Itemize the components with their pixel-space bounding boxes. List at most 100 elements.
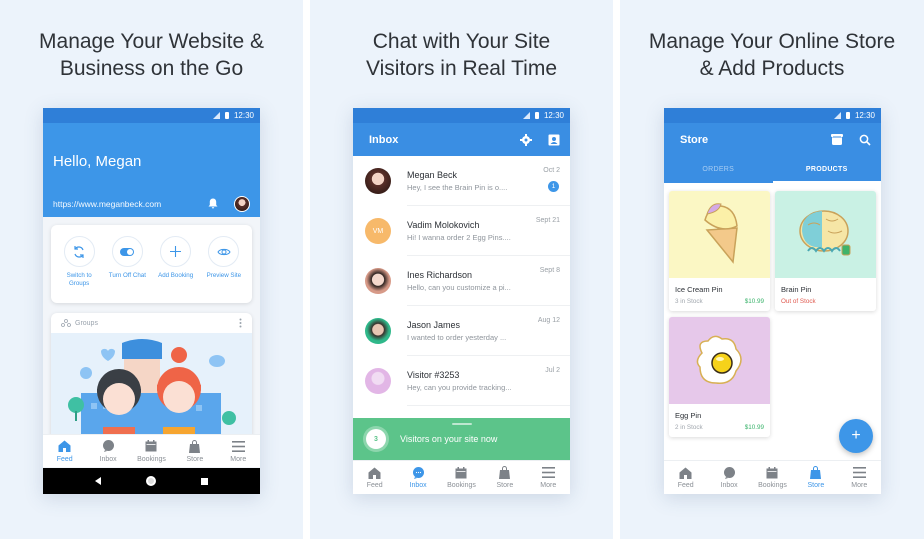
greeting-header: Hello, Megan https://www.meganbeck.com [43, 123, 260, 217]
product-card[interactable]: Egg Pin 2 in Stock $10.99 [669, 317, 770, 437]
eye-icon [217, 248, 231, 255]
nav-inbox[interactable]: Inbox [709, 466, 749, 489]
visitors-banner[interactable]: 3 Visitors on your site now [353, 418, 570, 460]
more-vert-icon[interactable] [239, 318, 242, 328]
switch-to-groups-button[interactable]: Switch to Groups [57, 236, 101, 303]
nav-label: More [230, 455, 247, 463]
conversation-name: Megan Beck [407, 170, 458, 180]
phone-store: 12:30 Store ORDERS PRODUCTS Ice Cream Pi… [664, 108, 881, 494]
conversation-item[interactable]: Ines Richardson Hello, can you customize… [353, 256, 570, 306]
bottom-nav: Feed Inbox Bookings Store More [43, 434, 260, 467]
signal-icon [833, 112, 841, 119]
conversation-name: Ines Richardson [407, 270, 473, 280]
action-label: Turn Off Chat [108, 272, 146, 279]
product-image [775, 191, 876, 278]
storefront-icon[interactable] [831, 134, 843, 145]
product-card[interactable]: Ice Cream Pin 3 in Stock $10.99 [669, 191, 770, 311]
product-stock: Out of Stock [781, 298, 816, 305]
conversation-item[interactable]: Megan Beck Hey, I see the Brain Pin is o… [353, 156, 570, 206]
nav-store[interactable]: Store [175, 439, 215, 463]
nav-more[interactable]: More [528, 466, 568, 489]
nav-inbox[interactable]: Inbox [398, 466, 438, 489]
panel-inbox: Chat with Your Site Visitors in Real Tim… [310, 0, 613, 539]
home-button-icon[interactable] [145, 476, 156, 486]
greeting-text: Hello, Megan [53, 153, 142, 170]
avatar [365, 268, 391, 294]
panel-feed: Manage Your Website & Business on the Go… [0, 0, 303, 539]
nav-feed[interactable]: Feed [45, 440, 85, 463]
nav-feed[interactable]: Feed [355, 466, 395, 489]
nav-label: Bookings [758, 482, 787, 489]
home-icon [679, 467, 692, 479]
signal-icon [212, 112, 220, 119]
conversation-name: Visitor #3253 [407, 370, 460, 380]
tab-products[interactable]: PRODUCTS [772, 156, 882, 183]
sync-icon [74, 245, 84, 258]
drag-handle[interactable] [451, 423, 472, 425]
conversation-preview: Hi! I wanna order 2 Egg Pins.... [407, 233, 511, 242]
calendar-icon [766, 466, 778, 478]
brain-pin-image [798, 209, 850, 255]
product-stock: 2 in Stock [675, 424, 703, 431]
action-label: Add Booking [158, 272, 194, 279]
unread-badge: 1 [548, 181, 559, 192]
menu-icon [541, 467, 555, 478]
battery-icon [534, 112, 539, 119]
conversation-item[interactable]: Visitor #3253 Hey, can you provide track… [353, 356, 570, 406]
conversation-name: Vadim Molokovich [407, 220, 480, 230]
avatar [365, 318, 391, 344]
conversation-item[interactable]: VM Vadim Molokovich Hi! I wanna order 2 … [353, 206, 570, 256]
product-name: Egg Pin [675, 411, 702, 420]
status-bar: 12:30 [353, 108, 570, 123]
android-system-nav [43, 468, 260, 494]
nav-label: Bookings [447, 482, 476, 489]
turn-off-chat-toggle[interactable]: Turn Off Chat [105, 236, 149, 303]
product-name: Ice Cream Pin [675, 285, 723, 294]
status-time: 12:30 [233, 111, 254, 120]
nav-more[interactable]: More [218, 440, 258, 463]
back-icon[interactable] [95, 477, 102, 485]
nav-store[interactable]: Store [485, 466, 525, 489]
site-url-link[interactable]: https://www.meganbeck.com [53, 199, 161, 209]
add-booking-button[interactable]: Add Booking [154, 236, 198, 303]
app-store-screenshots: Manage Your Website & Business on the Go… [0, 0, 924, 539]
page-title: Store [680, 133, 709, 146]
tab-orders[interactable]: ORDERS [664, 156, 773, 183]
contacts-icon[interactable] [548, 134, 560, 146]
nav-feed[interactable]: Feed [666, 466, 706, 489]
nav-more[interactable]: More [839, 466, 879, 489]
app-bar: Store [664, 123, 881, 156]
nav-label: Inbox [99, 455, 117, 463]
chat-bubble-icon [412, 466, 424, 479]
nav-label: Feed [366, 482, 383, 489]
recent-apps-icon[interactable] [200, 477, 208, 485]
avatar[interactable] [234, 196, 250, 212]
status-bar: 12:30 [43, 108, 260, 123]
nav-bookings[interactable]: Bookings [441, 466, 481, 489]
conversation-item[interactable]: Jason James I wanted to order yesterday … [353, 306, 570, 356]
headline: Manage Your Website & Business on the Go [0, 28, 303, 82]
groups-icon [61, 319, 71, 327]
add-product-fab[interactable]: + [839, 419, 873, 453]
toggle-icon [120, 247, 135, 256]
conversation-name: Jason James [407, 320, 461, 330]
nav-store[interactable]: Store [796, 466, 836, 489]
nav-label: Feed [677, 482, 694, 489]
product-card[interactable]: Brain Pin Out of Stock [775, 191, 876, 311]
nav-inbox[interactable]: Inbox [88, 440, 128, 463]
product-price: $10.99 [744, 298, 764, 305]
search-icon[interactable] [859, 134, 871, 146]
nav-bookings[interactable]: Bookings [131, 440, 171, 463]
preview-site-button[interactable]: Preview Site [202, 236, 246, 303]
groups-card[interactable]: Groups [51, 313, 252, 453]
conversation-date: Sept 21 [535, 217, 560, 224]
product-price: $10.99 [744, 424, 764, 431]
product-grid: Ice Cream Pin 3 in Stock $10.99 Brain Pi… [669, 191, 876, 437]
nav-bookings[interactable]: Bookings [752, 466, 792, 489]
bell-icon[interactable] [208, 198, 218, 209]
quick-actions-card: Switch to Groups Turn Off Chat Add Booki… [51, 225, 252, 303]
product-stock: 3 in Stock [675, 298, 703, 305]
gear-icon[interactable] [520, 133, 532, 146]
conversation-preview: I wanted to order yesterday ... [407, 333, 507, 342]
visitors-label: Visitors on your site now [400, 434, 498, 444]
